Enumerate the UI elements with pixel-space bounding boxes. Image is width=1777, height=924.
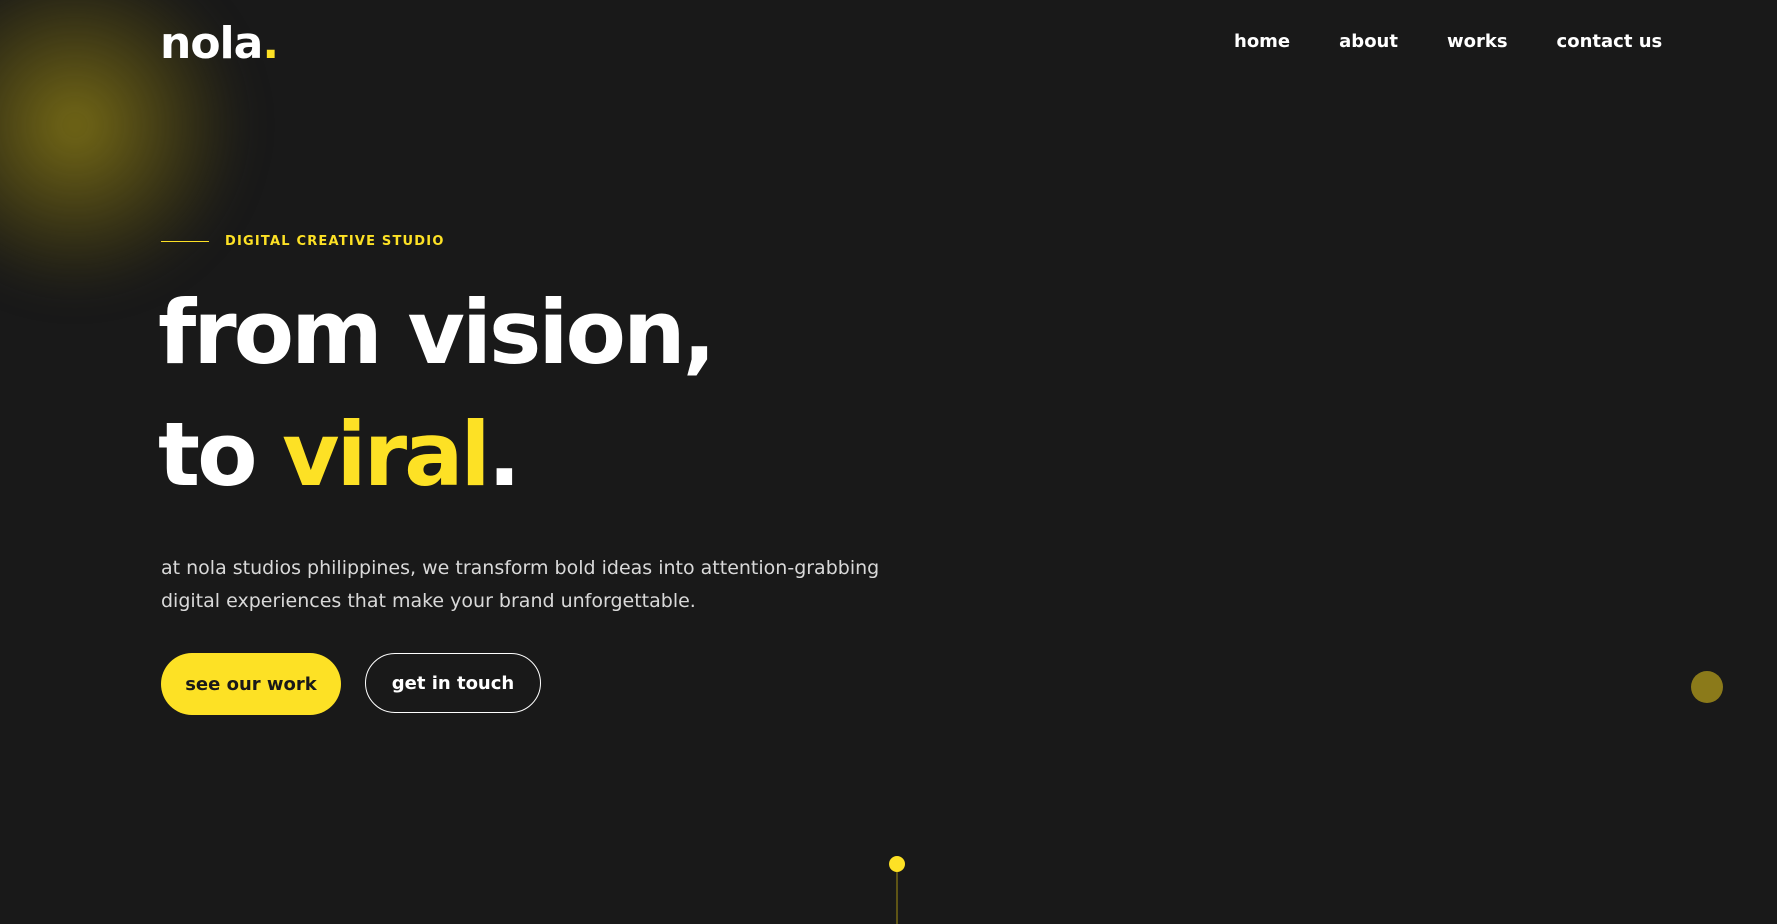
headline-line-2-suffix: . bbox=[487, 403, 521, 506]
eyebrow-text: DIGITAL CREATIVE STUDIO bbox=[225, 234, 445, 249]
headline-line-1: from vision, bbox=[158, 281, 716, 384]
headline-line-2-prefix: to bbox=[158, 403, 283, 506]
scroll-knob bbox=[889, 856, 905, 872]
nav-item-home[interactable]: home bbox=[1234, 31, 1290, 52]
headline-accent-word: viral bbox=[282, 403, 490, 506]
logo-text: nola bbox=[160, 18, 263, 69]
scroll-stem bbox=[896, 872, 898, 924]
scroll-down-indicator-icon[interactable] bbox=[888, 856, 906, 924]
eyebrow: DIGITAL CREATIVE STUDIO bbox=[161, 234, 445, 249]
logo-dot: . bbox=[262, 18, 279, 69]
logo[interactable]: nola. bbox=[160, 18, 279, 69]
circle-dot-icon[interactable] bbox=[1691, 671, 1723, 703]
main-nav: home about works contact us bbox=[1234, 31, 1662, 52]
see-our-work-button[interactable]: see our work bbox=[161, 653, 341, 715]
hero-page: nola. home about works contact us DIGITA… bbox=[0, 0, 1777, 924]
hero-headline: from vision, to viral. bbox=[158, 272, 716, 516]
eyebrow-line bbox=[161, 241, 209, 242]
nav-item-contact-us[interactable]: contact us bbox=[1557, 31, 1663, 52]
get-in-touch-button[interactable]: get in touch bbox=[365, 653, 541, 713]
nav-item-about[interactable]: about bbox=[1339, 31, 1398, 52]
hero-subtext: at nola studios philippines, we transfor… bbox=[161, 557, 880, 612]
nav-item-works[interactable]: works bbox=[1447, 31, 1508, 52]
